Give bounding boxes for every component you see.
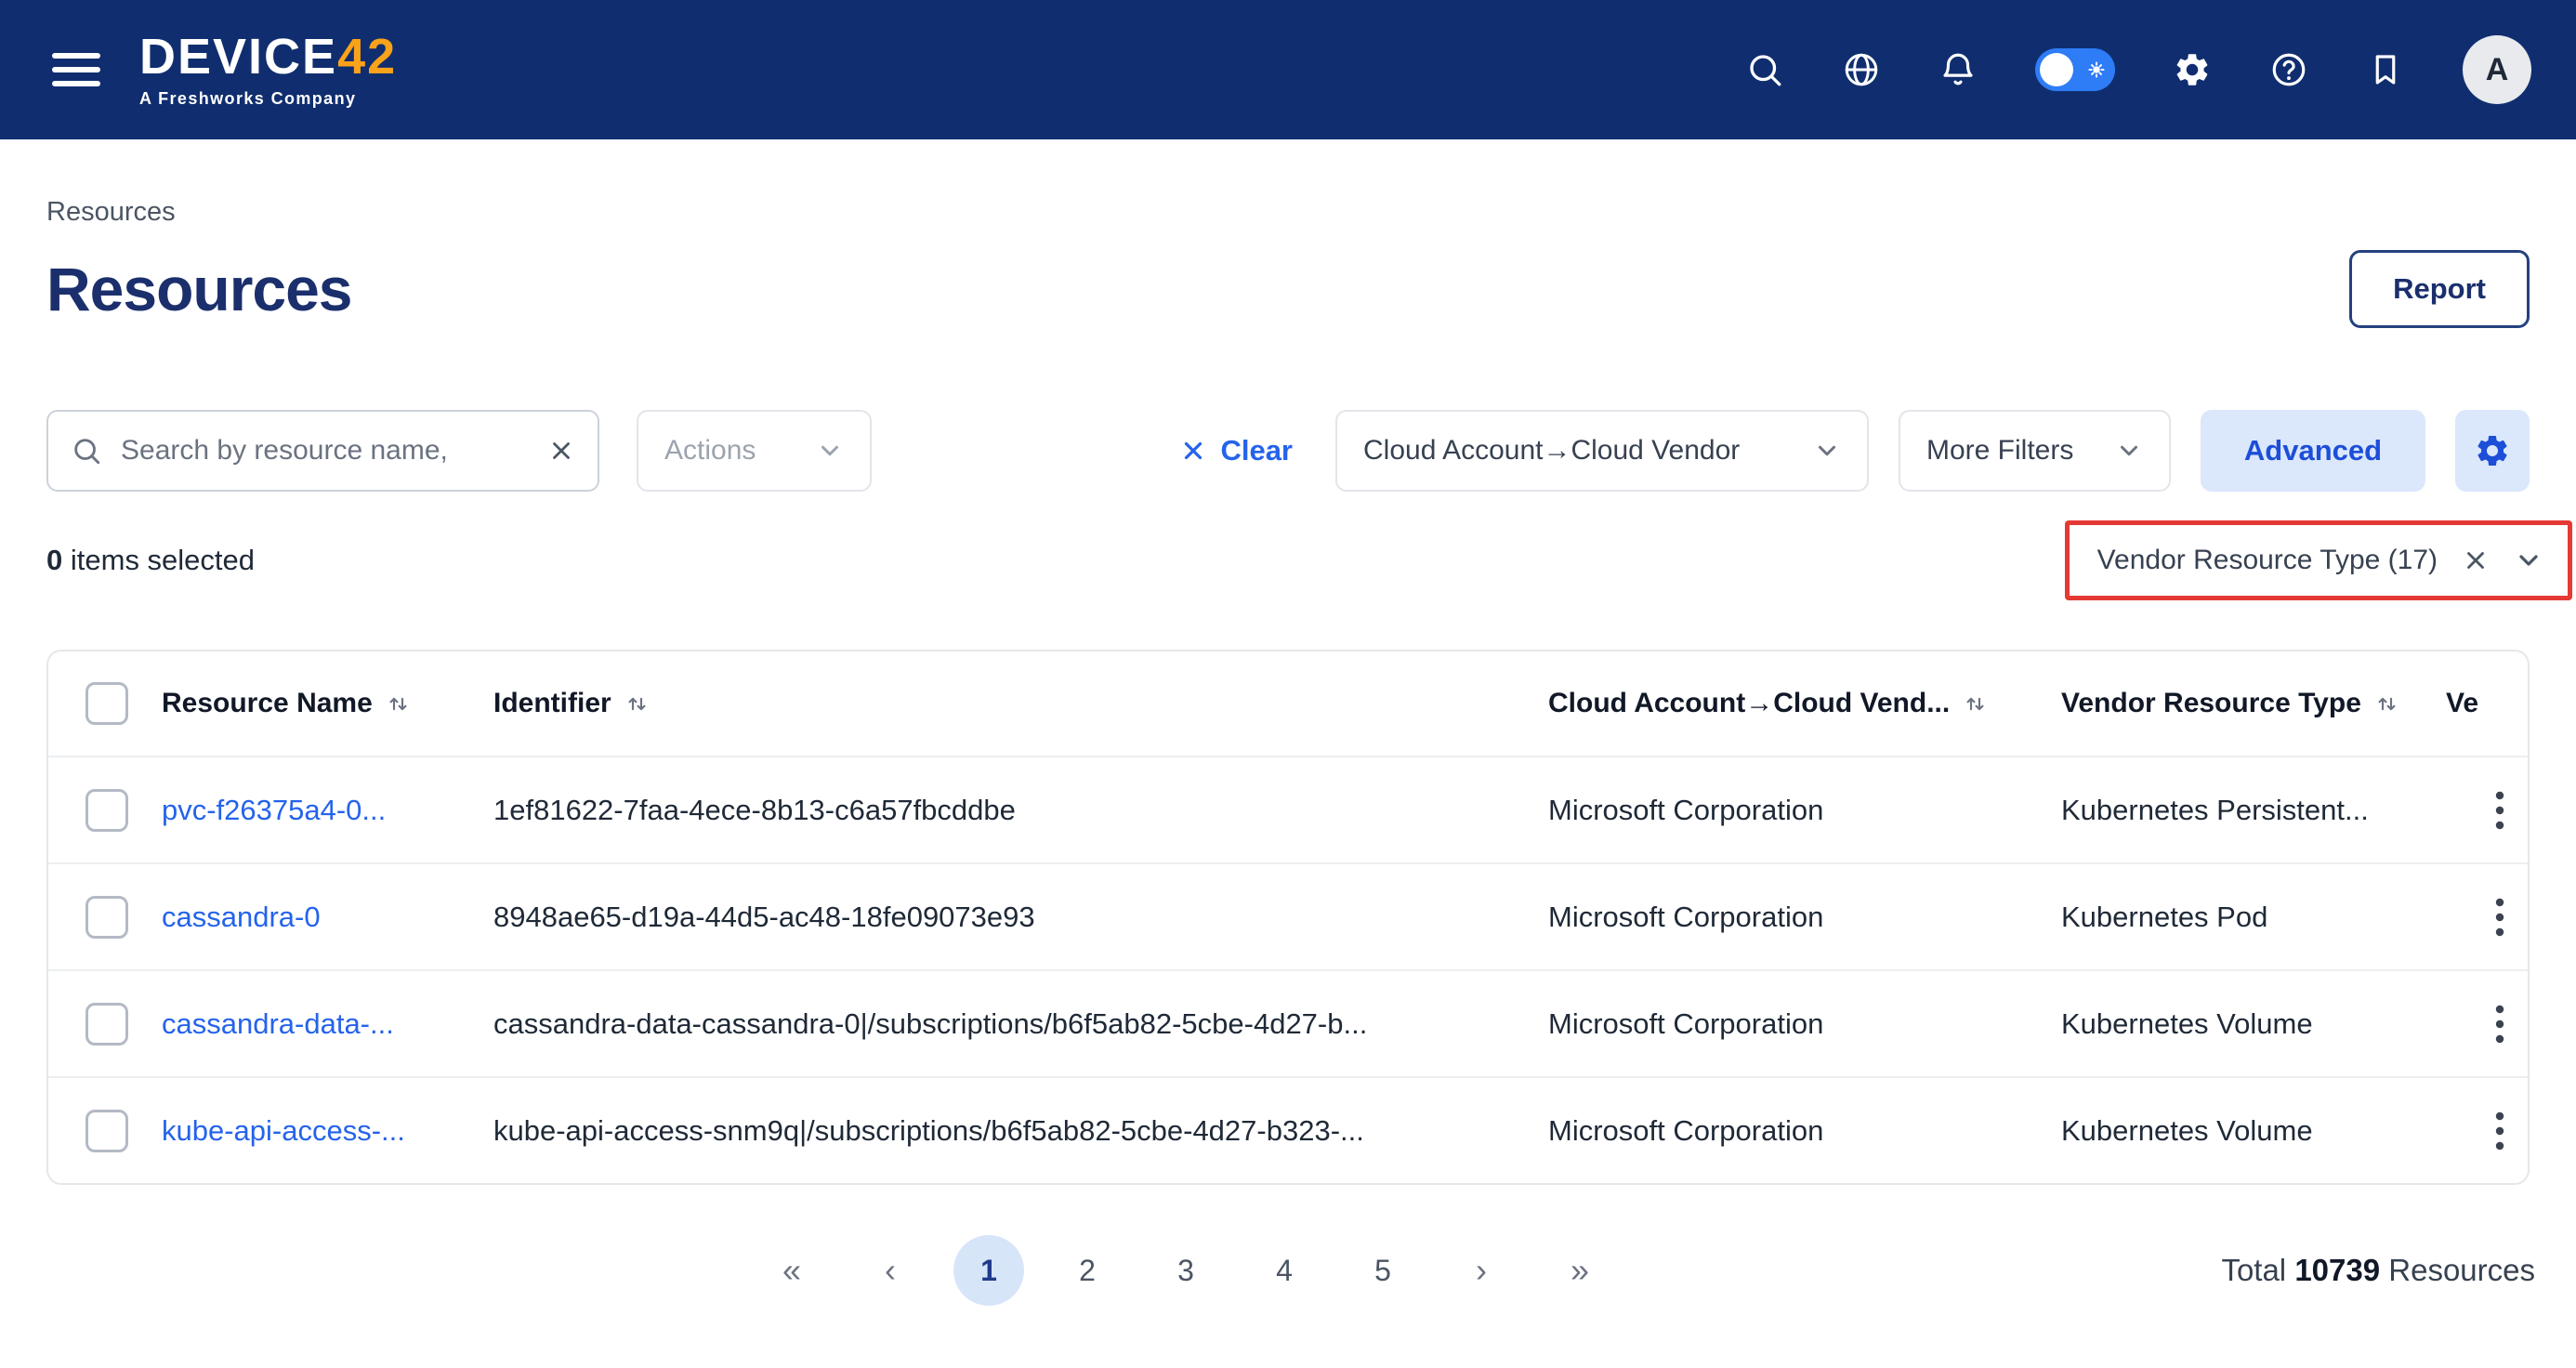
cloud-account-value: Microsoft Corporation — [1548, 1114, 1823, 1148]
clear-x-icon — [1179, 437, 1207, 465]
column-header-truncated: Ve — [2446, 688, 2478, 719]
sort-icon[interactable] — [1963, 691, 1988, 717]
resource-search-box — [46, 410, 599, 492]
gear-icon — [2474, 432, 2511, 469]
page-title: Resources — [46, 254, 352, 324]
help-icon[interactable] — [2269, 50, 2308, 89]
notifications-bell-icon[interactable] — [1939, 50, 1978, 89]
bookmark-icon[interactable] — [2366, 50, 2405, 89]
search-input[interactable] — [119, 434, 531, 467]
globe-icon[interactable] — [1842, 50, 1881, 89]
vendor-type-value: Kubernetes Persistent... — [2061, 794, 2369, 827]
search-clear-icon[interactable] — [547, 437, 575, 465]
vendor-resource-type-filter-chip[interactable]: Vendor Resource Type (17) — [2070, 525, 2568, 596]
select-all-checkbox[interactable] — [85, 682, 128, 725]
filter-chip-label: Vendor Resource Type (17) — [2097, 545, 2438, 576]
device42-logo[interactable]: DEVICE42 A Freshworks Company — [139, 32, 397, 109]
identifier-value: 1ef81622-7faa-4ece-8b13-c6a57fbcddbe — [493, 794, 1016, 827]
actions-dropdown[interactable]: Actions — [637, 410, 872, 492]
table-row: cassandra-data-... cassandra-data-cassan… — [48, 969, 2528, 1076]
resource-name-link[interactable]: cassandra-data-... — [162, 1007, 394, 1041]
user-avatar[interactable]: A — [2463, 35, 2531, 104]
sort-icon[interactable] — [386, 691, 411, 717]
column-header-resource-name: Resource Name — [162, 688, 373, 719]
clear-label: Clear — [1220, 434, 1293, 467]
clear-filters-button[interactable]: Clear — [1179, 434, 1293, 467]
row-checkbox[interactable] — [85, 896, 128, 939]
identifier-value: 8948ae65-d19a-44d5-ac48-18fe09073e93 — [493, 901, 1035, 934]
row-actions-kebab-icon[interactable] — [2494, 1111, 2505, 1151]
logo-subtitle: A Freshworks Company — [139, 89, 397, 109]
sort-icon[interactable] — [624, 691, 650, 717]
identifier-value: cassandra-data-cassandra-0|/subscription… — [493, 1007, 1367, 1041]
more-filters-dropdown[interactable]: More Filters — [1899, 410, 2171, 492]
column-header-identifier: Identifier — [493, 688, 611, 719]
cloud-account-value: Microsoft Corporation — [1548, 901, 1823, 934]
row-checkbox[interactable] — [85, 1003, 128, 1046]
advanced-button[interactable]: Advanced — [2201, 410, 2425, 492]
search-input-icon — [71, 435, 102, 467]
cloud-account-value: Microsoft Corporation — [1548, 794, 1823, 827]
pagination-page-4[interactable]: 4 — [1249, 1235, 1320, 1306]
logo-accent: 42 — [337, 29, 397, 85]
row-actions-kebab-icon[interactable] — [2494, 897, 2505, 938]
resource-name-link[interactable]: kube-api-access-... — [162, 1114, 405, 1148]
table-row: kube-api-access-... kube-api-access-snm9… — [48, 1076, 2528, 1183]
pagination-next-button[interactable]: › — [1446, 1235, 1517, 1306]
vendor-type-value: Kubernetes Volume — [2061, 1007, 2313, 1041]
column-header-cloud-account: Cloud Account→Cloud Vend... — [1548, 688, 1950, 719]
chevron-down-icon — [2115, 437, 2143, 465]
table-row: cassandra-0 8948ae65-d19a-44d5-ac48-18fe… — [48, 862, 2528, 969]
pagination-last-button[interactable]: » — [1544, 1235, 1615, 1306]
top-navbar: DEVICE42 A Freshworks Company — [0, 0, 2576, 139]
pagination-page-5[interactable]: 5 — [1347, 1235, 1418, 1306]
vendor-type-value: Kubernetes Volume — [2061, 1114, 2313, 1148]
search-icon[interactable] — [1745, 50, 1784, 89]
chevron-down-icon — [816, 437, 844, 465]
actions-dropdown-label: Actions — [664, 435, 756, 467]
sun-icon — [2084, 58, 2109, 82]
selected-items-count: 0 items selected — [46, 544, 255, 577]
logo-text: DEVICE42 — [139, 32, 397, 82]
resource-name-link[interactable]: cassandra-0 — [162, 901, 321, 934]
pagination-page-3[interactable]: 3 — [1150, 1235, 1221, 1306]
row-checkbox[interactable] — [85, 1110, 128, 1152]
resource-name-link[interactable]: pvc-f26375a4-0... — [162, 794, 386, 827]
annotation-highlight-box: Vendor Resource Type (17) — [2065, 520, 2572, 600]
cloud-account-vendor-dropdown[interactable]: Cloud Account→Cloud Vendor — [1335, 410, 1869, 492]
pagination: « ‹ 1 2 3 4 5 › » Total 10739 Resources — [46, 1228, 2530, 1313]
pagination-prev-button[interactable]: ‹ — [855, 1235, 926, 1306]
chevron-down-icon — [1813, 437, 1841, 465]
resources-table: Resource Name Identifier Cloud Account→C… — [46, 650, 2530, 1185]
total-resources-summary: Total 10739 Resources — [2221, 1253, 2535, 1288]
chevron-down-icon[interactable] — [2514, 546, 2543, 575]
sort-icon[interactable] — [2374, 691, 2399, 717]
table-row: pvc-f26375a4-0... 1ef81622-7faa-4ece-8b1… — [48, 756, 2528, 862]
pagination-page-2[interactable]: 2 — [1052, 1235, 1123, 1306]
row-checkbox[interactable] — [85, 789, 128, 832]
table-header-row: Resource Name Identifier Cloud Account→C… — [48, 651, 2528, 756]
theme-toggle[interactable] — [2035, 48, 2115, 91]
report-button[interactable]: Report — [2349, 250, 2530, 328]
pagination-page-1[interactable]: 1 — [953, 1235, 1024, 1306]
pagination-first-button[interactable]: « — [756, 1235, 827, 1306]
table-settings-button[interactable] — [2455, 410, 2530, 492]
toggle-knob — [2040, 53, 2073, 86]
more-filters-label: More Filters — [1926, 435, 2073, 467]
column-header-vendor-resource-type: Vendor Resource Type — [2061, 688, 2361, 719]
vendor-type-value: Kubernetes Pod — [2061, 901, 2267, 934]
row-actions-kebab-icon[interactable] — [2494, 1004, 2505, 1045]
main-content: Resources Resources Report Actions — [0, 197, 2576, 1313]
chip-remove-icon[interactable] — [2462, 546, 2490, 574]
cloud-account-value: Microsoft Corporation — [1548, 1007, 1823, 1041]
hamburger-menu-icon[interactable] — [52, 53, 100, 86]
cloud-account-vendor-label: Cloud Account→Cloud Vendor — [1363, 435, 1740, 467]
identifier-value: kube-api-access-snm9q|/subscriptions/b6f… — [493, 1114, 1364, 1148]
row-actions-kebab-icon[interactable] — [2494, 790, 2505, 831]
gear-icon[interactable] — [2173, 50, 2212, 89]
breadcrumb[interactable]: Resources — [46, 197, 2530, 228]
